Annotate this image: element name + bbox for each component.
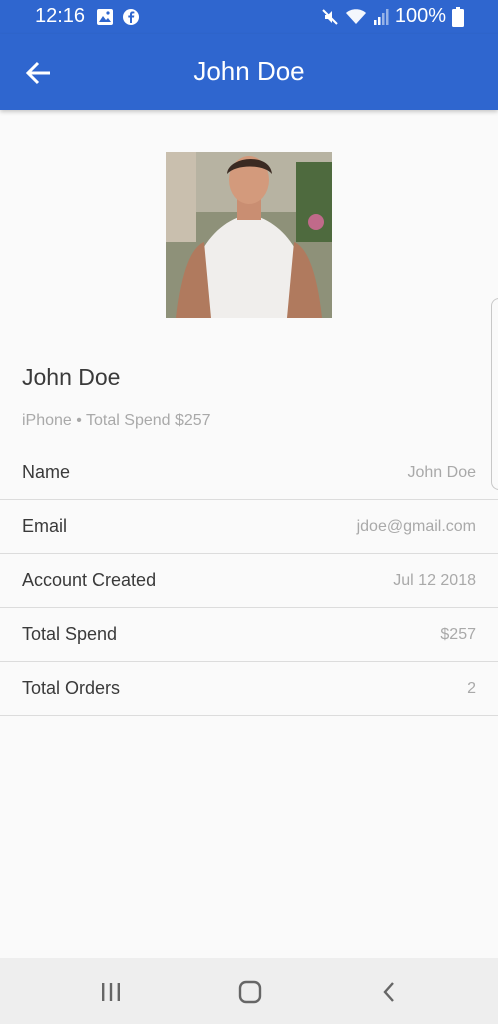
detail-label: Email: [22, 516, 68, 536]
image-icon: [97, 9, 113, 25]
app-bar: John Doe: [0, 34, 498, 110]
detail-row-total-spend: Total Spend $257: [0, 608, 498, 662]
status-time: 12:16: [35, 5, 86, 27]
detail-label: Name: [22, 462, 71, 482]
profile-name: John Doe: [22, 364, 121, 390]
system-back-button[interactable]: [370, 976, 410, 1008]
detail-value: John Doe: [407, 464, 477, 481]
back-icon: [383, 982, 394, 1002]
detail-label: Total Orders: [22, 678, 121, 698]
detail-row-account-created: Account Created Jul 12 2018: [0, 554, 498, 608]
avatar: [166, 152, 332, 318]
detail-label: Account Created: [22, 570, 157, 590]
mute-icon: [322, 8, 338, 25]
detail-value: $257: [440, 626, 476, 643]
details-list: Name John Doe Email jdoe@gmail.com Accou…: [0, 446, 498, 716]
detail-row-name: Name John Doe: [0, 446, 498, 500]
signal-icon: [373, 8, 389, 25]
facebook-icon: [123, 9, 139, 25]
detail-value: Jul 12 2018: [393, 572, 476, 589]
detail-label: Total Spend: [22, 624, 118, 644]
wifi-icon: [345, 8, 366, 24]
profile-photo: [166, 152, 332, 318]
home-icon: [238, 980, 262, 1004]
status-bar: 12:16 100%: [0, 0, 498, 34]
system-nav-bar: [0, 958, 498, 1024]
detail-row-email: Email jdoe@gmail.com: [0, 500, 498, 554]
detail-value: 2: [467, 680, 476, 697]
recent-apps-button[interactable]: [91, 976, 131, 1008]
profile-subtitle: iPhone • Total Spend $257: [22, 412, 211, 429]
notification-icons: [96, 8, 140, 26]
battery-percent: 100%: [394, 5, 446, 27]
detail-value: jdoe@gmail.com: [356, 518, 476, 535]
system-status-icons: 100%: [321, 5, 464, 28]
detail-row-total-orders: Total Orders 2: [0, 662, 498, 716]
page-title: John Doe: [193, 56, 305, 86]
battery-icon: [452, 6, 464, 27]
recent-apps-icon: [102, 983, 120, 1001]
home-button[interactable]: [230, 976, 270, 1008]
